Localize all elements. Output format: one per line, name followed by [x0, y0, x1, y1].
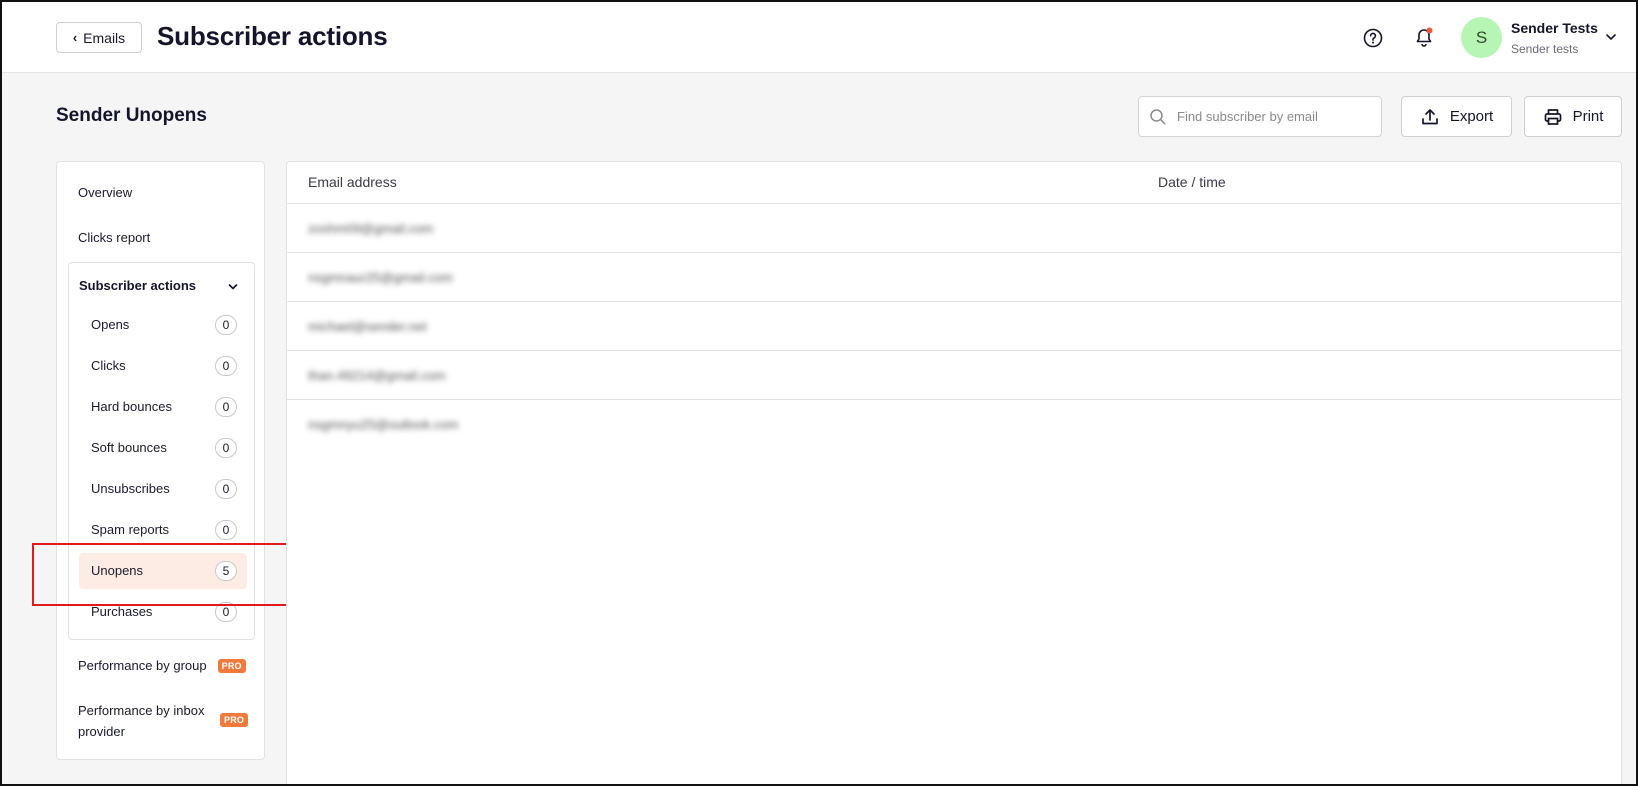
sidebar-item-overview[interactable]: Overview [78, 185, 132, 200]
sidebar-item-label: Clicks [91, 358, 126, 373]
table-row[interactable]: nsgmnaur25@gmail.com [287, 253, 1621, 302]
count-badge: 0 [215, 479, 237, 499]
search-field[interactable] [1138, 96, 1382, 137]
back-button-label: Emails [83, 29, 126, 46]
email-cell: nsgmnaur25@gmail.com [308, 270, 453, 285]
sidebar-item-performance-by-group[interactable]: Performance by group PRO [78, 658, 246, 673]
sidebar-item-soft-bounces[interactable]: Soft bounces 0 [79, 430, 247, 466]
sidebar-item-unsubscribes[interactable]: Unsubscribes 0 [79, 471, 247, 507]
export-label: Export [1449, 108, 1494, 125]
sidebar-item-label: Purchases [91, 604, 153, 619]
sidebar-item-label: Unsubscribes [91, 481, 170, 496]
bell-icon[interactable] [1413, 26, 1435, 48]
printer-icon [1544, 108, 1561, 125]
page-title: Subscriber actions [157, 21, 388, 51]
pro-badge: PRO [220, 713, 249, 727]
account-name[interactable]: Sender Tests [1511, 20, 1598, 36]
count-badge: 0 [215, 520, 237, 540]
sidebar-item-performance-by-inbox-provider[interactable]: Performance by inbox provider PRO [78, 700, 258, 744]
search-icon [1150, 108, 1166, 124]
email-cell: zoshm09@gmail.com [308, 221, 434, 236]
subscriber-actions-heading[interactable]: Subscriber actions [79, 278, 196, 293]
email-cell: nsgmnyu25@outlook.com [308, 417, 459, 432]
count-badge: 0 [215, 356, 237, 376]
sidebar-item-label: Hard bounces [91, 399, 172, 414]
back-to-emails-button[interactable]: ‹ Emails [56, 22, 142, 53]
sidebar-item-label: Performance by group [78, 658, 207, 673]
count-badge: 0 [215, 438, 237, 458]
upload-icon [1421, 108, 1438, 124]
sidebar-item-label: Spam reports [91, 522, 170, 537]
account-subtitle: Sender tests [1511, 42, 1579, 56]
export-button[interactable]: Export [1401, 96, 1512, 137]
top-header: ‹ Emails Subscriber actions S Sender Tes… [0, 0, 1638, 73]
print-label: Print [1572, 108, 1604, 125]
section-title: Sender Unopens [56, 105, 207, 126]
table-row[interactable]: michael@sender.net [287, 302, 1621, 351]
sidebar-item-label: Opens [91, 317, 130, 332]
column-header-email[interactable]: Email address [308, 174, 397, 190]
table-row[interactable]: zoshm09@gmail.com [287, 204, 1621, 253]
highlight-box [32, 543, 291, 606]
count-badge: 0 [215, 315, 237, 335]
chevron-down-icon[interactable] [1604, 30, 1618, 44]
avatar[interactable]: S [1461, 17, 1502, 58]
search-input[interactable] [1177, 109, 1367, 124]
subscribers-table: Email address Date / time zoshm09@gmail.… [286, 161, 1622, 786]
print-button[interactable]: Print [1524, 96, 1622, 137]
sidebar-item-clicks[interactable]: Clicks 0 [79, 348, 247, 384]
chevron-left-icon: ‹ [72, 30, 78, 45]
help-circle-icon[interactable] [1363, 28, 1383, 48]
notification-dot [1426, 27, 1433, 34]
table-row[interactable]: than.49214@gmail.com [287, 351, 1621, 400]
chevron-down-icon[interactable] [227, 281, 239, 293]
email-cell: michael@sender.net [308, 319, 427, 334]
table-row[interactable]: nsgmnyu25@outlook.com [287, 400, 1621, 449]
report-sidebar: Overview Clicks report Subscriber action… [56, 161, 265, 760]
email-cell: than.49214@gmail.com [308, 368, 446, 383]
count-badge: 0 [215, 397, 237, 417]
sidebar-item-clicks-report[interactable]: Clicks report [78, 230, 150, 245]
pro-badge: PRO [217, 658, 246, 673]
sidebar-item-label: Soft bounces [91, 440, 167, 455]
column-header-datetime[interactable]: Date / time [1158, 174, 1226, 190]
sidebar-item-hard-bounces[interactable]: Hard bounces 0 [79, 389, 247, 425]
sidebar-item-opens[interactable]: Opens 0 [79, 307, 247, 343]
